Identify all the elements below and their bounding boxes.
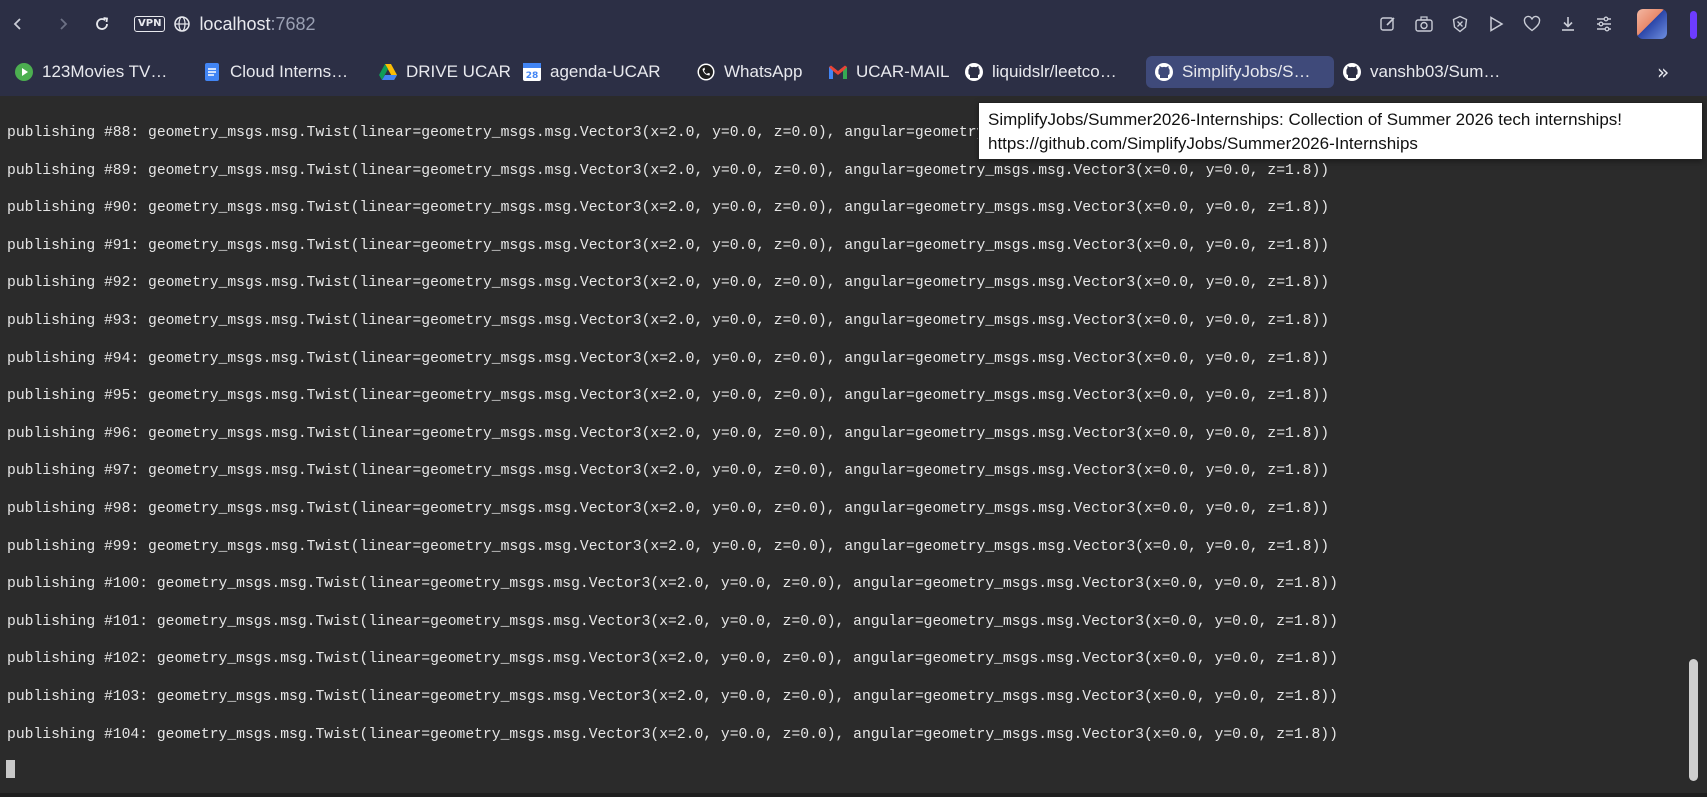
- drive-icon: [378, 62, 398, 82]
- calendar-icon: 28: [522, 62, 542, 82]
- tooltip-title: SimplifyJobs/Summer2026-Internships: Col…: [988, 110, 1623, 129]
- bookmark-liquidslr[interactable]: liquidslr/leetco…: [956, 56, 1125, 88]
- terminal-scrollbar[interactable]: [1689, 659, 1698, 781]
- doc-icon: [202, 62, 222, 82]
- bookmarks-bar: 123Movies TV… Cloud Interns… DRIVE UCAR …: [0, 48, 1707, 96]
- terminal-line: publishing #101: geometry_msgs.msg.Twist…: [7, 613, 1338, 630]
- edit-icon: [1380, 17, 1395, 31]
- terminal-line: publishing #95: geometry_msgs.msg.Twist(…: [7, 388, 1330, 405]
- tooltip-url: https://github.com/SimplifyJobs/Summer20…: [988, 134, 1418, 153]
- terminal-line: publishing #97: geometry_msgs.msg.Twist(…: [7, 463, 1330, 480]
- url-host: localhost: [199, 13, 271, 34]
- bookmark-vanshb03[interactable]: vanshb03/Sum…: [1334, 56, 1508, 88]
- globe-icon: [174, 16, 191, 32]
- whatsapp-icon: [696, 62, 716, 82]
- gmail-icon: [828, 62, 848, 82]
- vpn-badge[interactable]: VPN: [134, 16, 166, 32]
- terminal-line: publishing #96: geometry_msgs.msg.Twist(…: [7, 425, 1330, 442]
- terminal-line: publishing #91: geometry_msgs.msg.Twist(…: [7, 237, 1330, 254]
- bookmark-whatsapp[interactable]: WhatsApp: [688, 56, 810, 88]
- bookmark-agenda-ucar[interactable]: 28 agenda-UCAR: [514, 56, 669, 88]
- reload-button[interactable]: [88, 10, 116, 38]
- github-icon: [1342, 62, 1362, 82]
- forward-icon: [60, 18, 68, 30]
- bookmark-label: Cloud Interns…: [230, 62, 349, 81]
- terminal-line: publishing #93: geometry_msgs.msg.Twist(…: [7, 312, 1330, 329]
- play-circle-icon: [14, 62, 34, 82]
- favorites-button[interactable]: [1520, 12, 1544, 36]
- browser-toolbar: VPN localhost:7682: [0, 0, 1707, 48]
- bookmark-simplifyjobs[interactable]: SimplifyJobs/S…: [1146, 56, 1334, 88]
- bookmark-drive-ucar[interactable]: DRIVE UCAR: [370, 56, 519, 88]
- terminal-output: publishing #88: geometry_msgs.msg.Twist(…: [7, 124, 1338, 763]
- camera-icon: [1415, 16, 1433, 32]
- terminal-line: publishing #90: geometry_msgs.msg.Twist(…: [7, 200, 1330, 217]
- download-icon: [1562, 17, 1574, 31]
- bookmark-label: vanshb03/Sum…: [1370, 62, 1501, 81]
- github-icon: [1154, 62, 1174, 82]
- edit-button[interactable]: [1376, 12, 1400, 36]
- bookmark-label: liquidslr/leetco…: [992, 62, 1117, 81]
- player-button[interactable]: [1484, 12, 1508, 36]
- bookmark-label: agenda-UCAR: [550, 62, 661, 81]
- terminal-line: publishing #92: geometry_msgs.msg.Twist(…: [7, 275, 1330, 292]
- terminal-line: publishing #94: geometry_msgs.msg.Twist(…: [7, 350, 1330, 367]
- terminal-bottom-edge: [0, 793, 1707, 797]
- svg-text:28: 28: [526, 71, 539, 81]
- sidebar-indicator[interactable]: [1690, 11, 1697, 39]
- shield-icon: [1452, 15, 1468, 33]
- forward-button[interactable]: [49, 10, 77, 38]
- terminal-line: publishing #103: geometry_msgs.msg.Twist…: [7, 688, 1338, 705]
- bookmark-label: SimplifyJobs/S…: [1182, 62, 1311, 81]
- terminal-line: publishing #104: geometry_msgs.msg.Twist…: [7, 726, 1338, 743]
- downloads-button[interactable]: [1556, 12, 1580, 36]
- terminal-line: publishing #89: geometry_msgs.msg.Twist(…: [7, 162, 1330, 179]
- terminal-view[interactable]: publishing #88: geometry_msgs.msg.Twist(…: [0, 96, 1707, 797]
- menu-icon: [1597, 16, 1611, 32]
- url-text[interactable]: localhost:7682: [199, 14, 315, 35]
- easy-setup-button[interactable]: [1592, 12, 1616, 36]
- bookmark-ucar-mail[interactable]: UCAR-MAIL: [820, 56, 958, 88]
- url-port: :7682: [270, 13, 316, 34]
- terminal-line: publishing #102: geometry_msgs.msg.Twist…: [7, 651, 1338, 668]
- terminal-line: publishing #99: geometry_msgs.msg.Twist(…: [7, 538, 1330, 555]
- github-icon: [964, 62, 984, 82]
- bookmark-cloud-interns[interactable]: Cloud Interns…: [194, 56, 356, 88]
- terminal-line: publishing #98: geometry_msgs.msg.Twist(…: [7, 500, 1330, 517]
- address-bar[interactable]: VPN localhost:7682: [134, 9, 316, 39]
- bookmark-123movies[interactable]: 123Movies TV…: [6, 56, 175, 88]
- bookmarks-overflow-button[interactable]: »: [1657, 60, 1669, 84]
- back-button[interactable]: [4, 10, 32, 38]
- bookmark-label: UCAR-MAIL: [856, 62, 950, 81]
- heart-icon: [1523, 15, 1541, 32]
- back-icon: [13, 18, 21, 30]
- profile-avatar[interactable]: [1637, 9, 1667, 39]
- bookmark-label: DRIVE UCAR: [406, 62, 511, 81]
- adblock-button[interactable]: [1448, 12, 1472, 36]
- screenshot-button[interactable]: [1412, 12, 1436, 36]
- terminal-cursor: [6, 760, 15, 778]
- terminal-line: publishing #100: geometry_msgs.msg.Twist…: [7, 576, 1338, 593]
- bookmark-label: WhatsApp: [724, 62, 803, 81]
- bookmark-label: 123Movies TV…: [42, 62, 168, 81]
- reload-icon: [96, 17, 109, 30]
- bookmark-tooltip: SimplifyJobs/Summer2026-Internships: Col…: [978, 102, 1703, 160]
- play-icon: [1490, 16, 1504, 32]
